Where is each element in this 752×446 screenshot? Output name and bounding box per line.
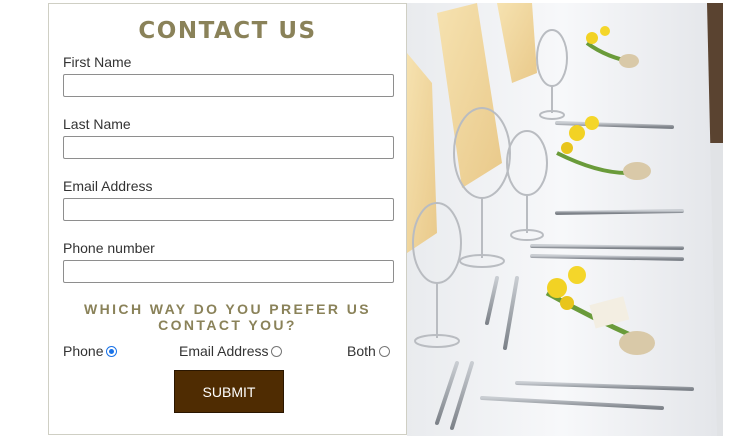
last-name-input[interactable] [63, 136, 394, 159]
radio-phone-button[interactable] [106, 345, 118, 357]
radio-phone-label: Phone [63, 343, 104, 359]
table-setting-photo [407, 3, 723, 436]
table-setting-illustration [407, 3, 723, 436]
first-name-input[interactable] [63, 74, 394, 97]
contact-form-card: CONTACT US First Name Last Name Email Ad… [48, 3, 407, 435]
email-label: Email Address [63, 178, 153, 194]
phone-label: Phone number [63, 240, 155, 256]
radio-option-phone[interactable]: Phone [63, 343, 118, 359]
submit-button[interactable]: SUBMIT [174, 370, 284, 413]
radio-email-button[interactable] [271, 345, 283, 357]
radio-option-email[interactable]: Email Address [179, 343, 283, 359]
phone-input[interactable] [63, 260, 394, 283]
question-line-2: CONTACT YOU? [158, 317, 297, 333]
radio-both-label: Both [347, 343, 376, 359]
radio-option-both[interactable]: Both [347, 343, 390, 359]
last-name-label: Last Name [63, 116, 131, 132]
radio-email-label: Email Address [179, 343, 269, 359]
contact-preference-question: WHICH WAY DO YOU PREFER US CONTACT YOU? [49, 301, 406, 333]
form-title: CONTACT US [138, 18, 317, 44]
email-input[interactable] [63, 198, 394, 221]
first-name-label: First Name [63, 54, 132, 70]
question-line-1: WHICH WAY DO YOU PREFER US [84, 301, 371, 317]
radio-both-button[interactable] [378, 345, 390, 357]
